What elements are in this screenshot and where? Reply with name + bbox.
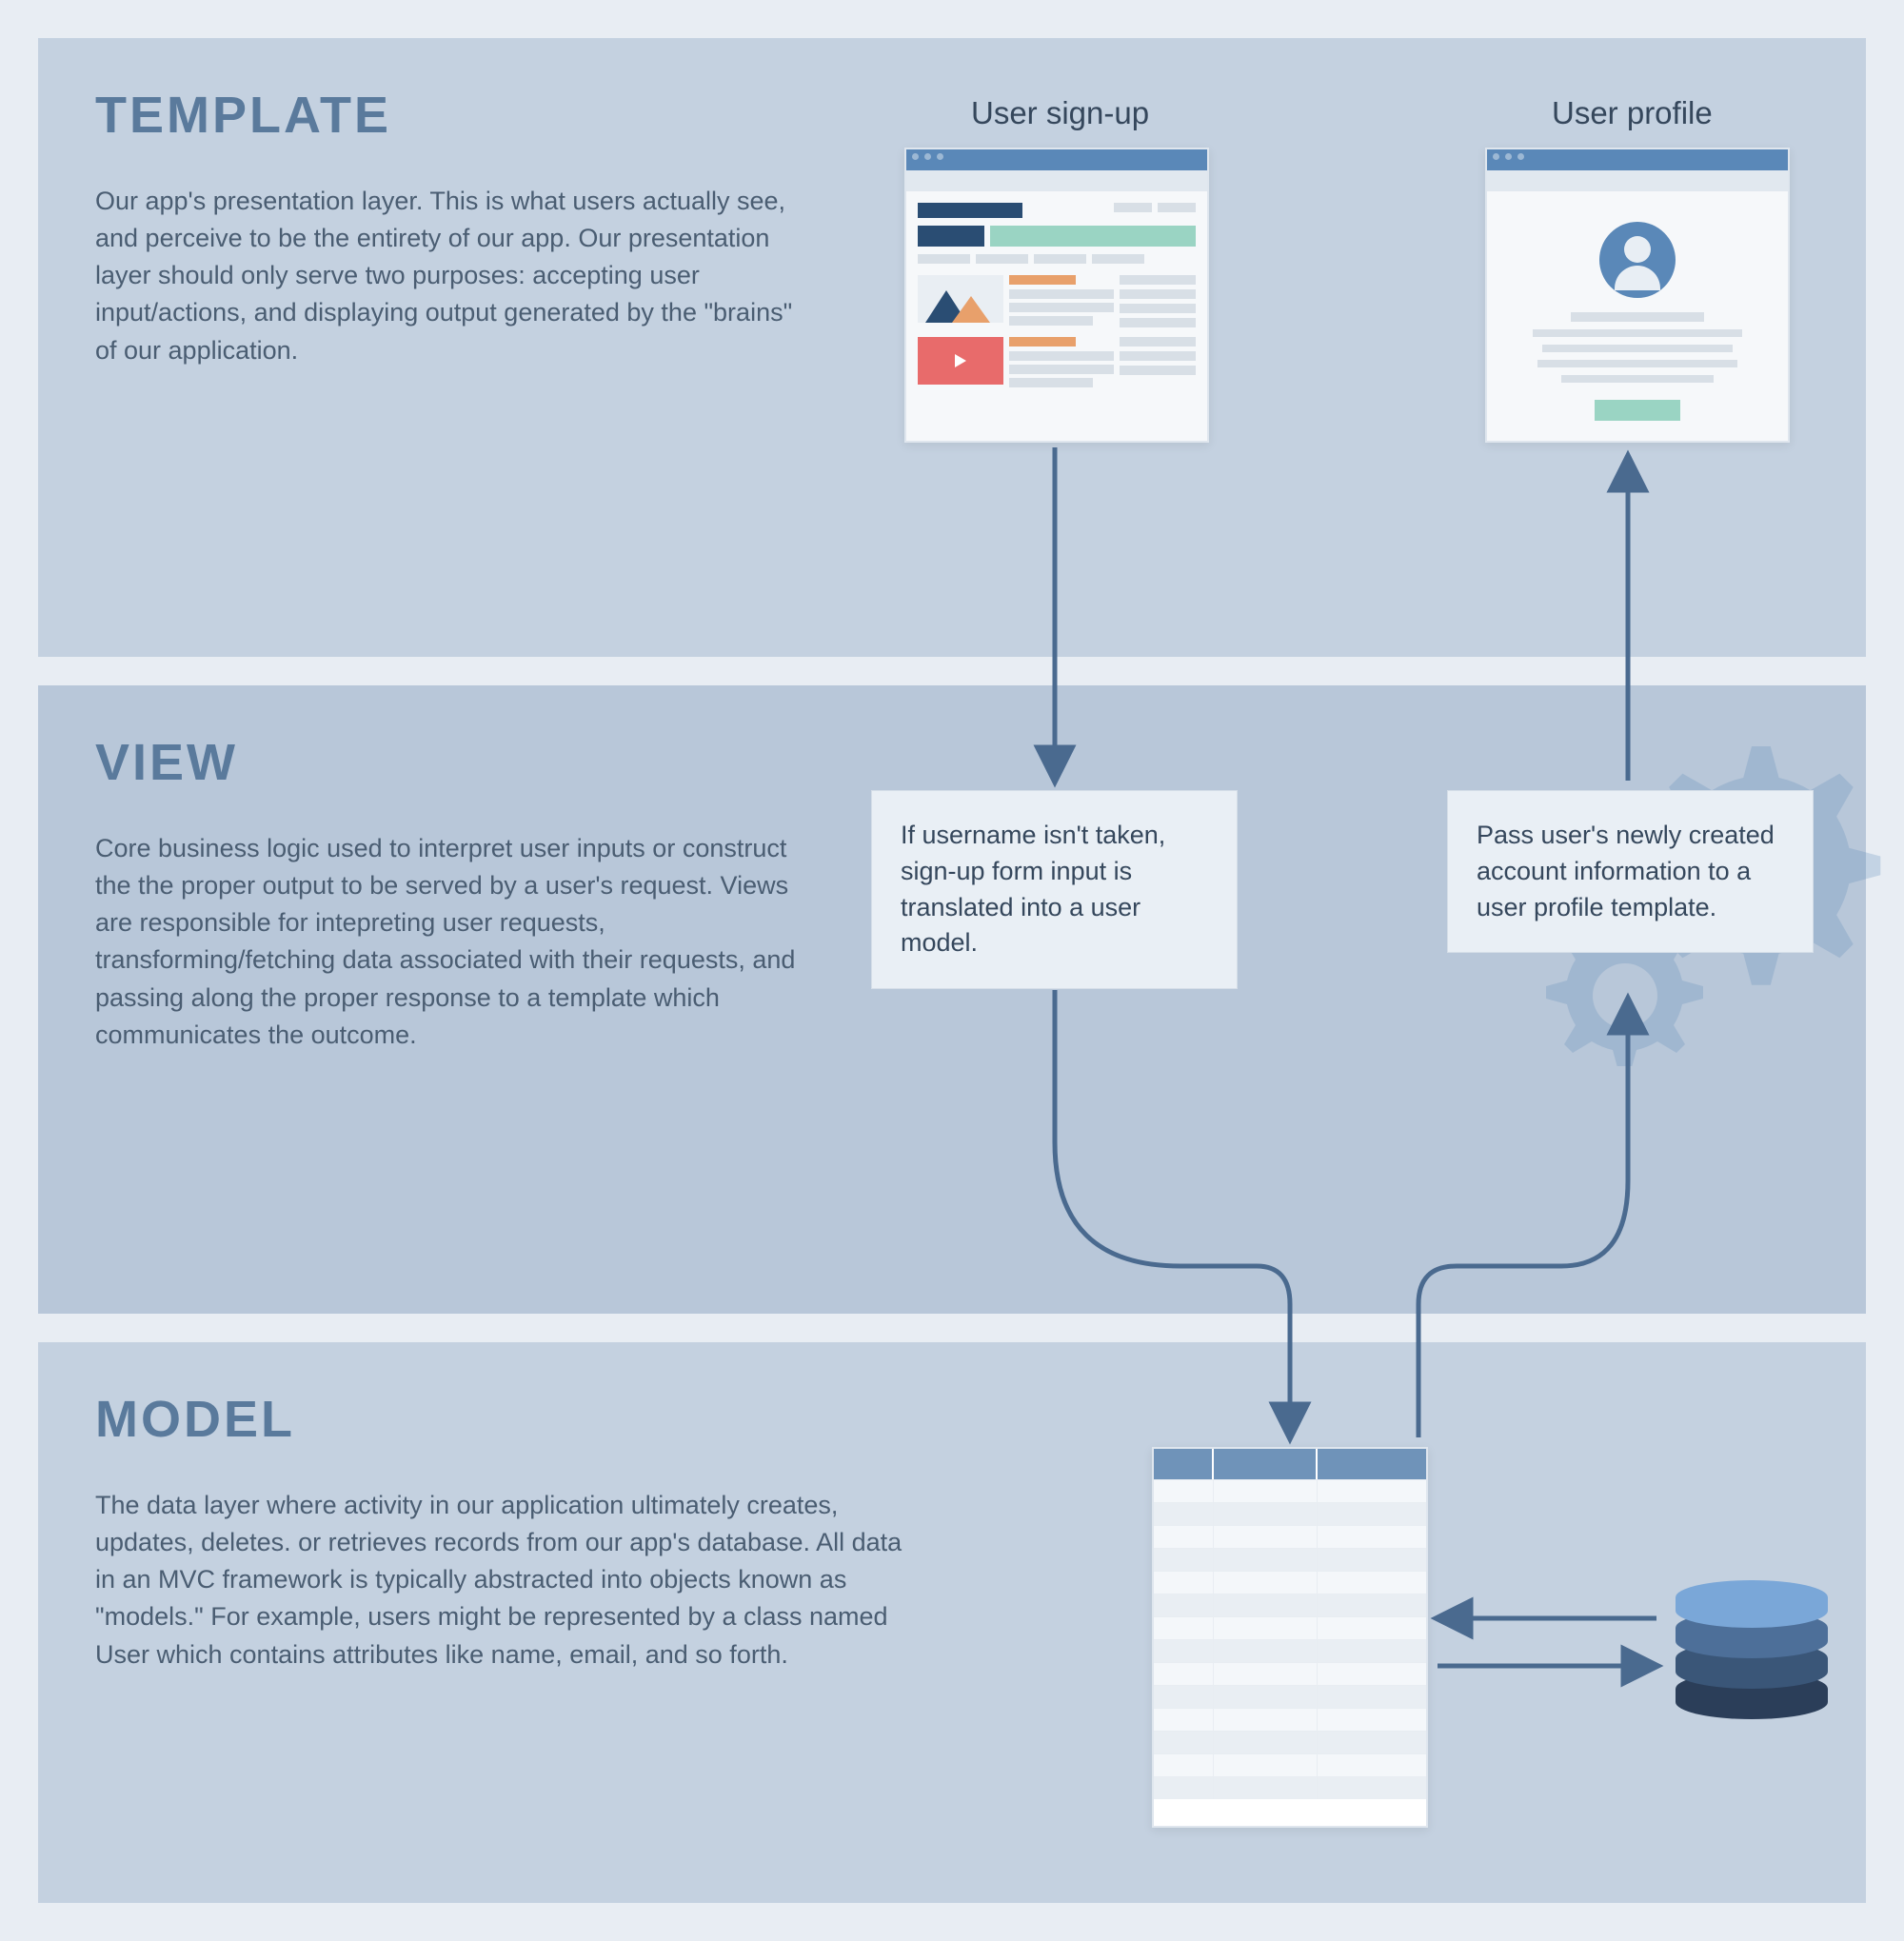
section-view: VIEW Core business logic used to interpr… bbox=[38, 685, 1866, 1314]
view-box-signup: If username isn't taken, sign-up form in… bbox=[871, 790, 1238, 989]
signup-label: User sign-up bbox=[971, 95, 1149, 131]
browser-addressbar-icon bbox=[906, 170, 1207, 191]
database-table-icon bbox=[1152, 1447, 1428, 1828]
browser-addressbar-icon bbox=[1487, 170, 1788, 191]
view-box-profile: Pass user's newly created account inform… bbox=[1447, 790, 1814, 953]
profile-label: User profile bbox=[1552, 95, 1713, 131]
profile-button-icon bbox=[1595, 400, 1680, 421]
view-title: VIEW bbox=[95, 733, 1828, 792]
template-body: Our app's presentation layer. This is wh… bbox=[95, 183, 819, 369]
model-body: The data layer where activity in our app… bbox=[95, 1487, 914, 1674]
mvc-diagram: TEMPLATE Our app's presentation layer. T… bbox=[38, 38, 1866, 1903]
browser-titlebar-icon bbox=[906, 149, 1207, 170]
model-title: MODEL bbox=[95, 1390, 1828, 1449]
video-icon bbox=[918, 337, 1003, 385]
browser-titlebar-icon bbox=[1487, 149, 1788, 170]
profile-browser-mockup bbox=[1485, 148, 1790, 443]
view-body: Core business logic used to interpret us… bbox=[95, 830, 819, 1054]
image-icon bbox=[918, 275, 1003, 323]
section-model: MODEL The data layer where activity in o… bbox=[38, 1342, 1866, 1903]
database-icon bbox=[1676, 1580, 1828, 1719]
signup-browser-mockup bbox=[904, 148, 1209, 443]
avatar-icon bbox=[1599, 222, 1676, 298]
